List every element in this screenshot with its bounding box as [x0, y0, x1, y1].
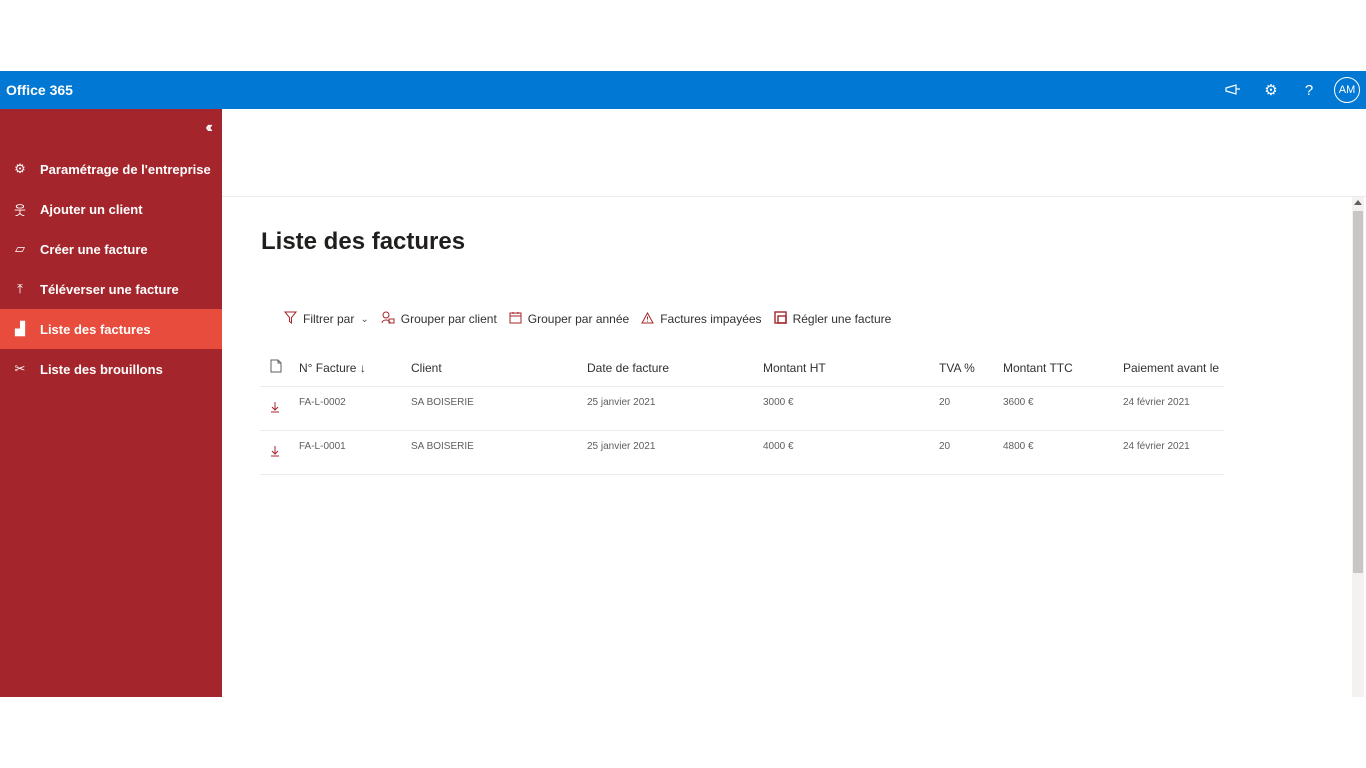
sidebar: ‹‹ ⚙ Paramétrage de l'entreprise 웃 Ajouter …: [0, 109, 222, 697]
column-header-tva[interactable]: TVA %: [939, 361, 1003, 375]
chart-icon: ▟: [15, 321, 25, 336]
amount-ht: 3000 €: [763, 397, 794, 408]
sidebar-item-label: Liste des factures: [40, 321, 151, 337]
chevron-down-icon: ⌄: [360, 313, 369, 325]
scissors-icon: ✂: [14, 361, 26, 376]
download-icon[interactable]: [260, 431, 299, 460]
sidebar-nav: ⚙ Paramétrage de l'entreprise 웃 Ajouter un …: [0, 149, 222, 389]
due-date: 24 février 2021: [1123, 397, 1190, 408]
app-title[interactable]: Office 365: [6, 82, 73, 98]
header-band: [222, 109, 1366, 197]
tva-rate: 20: [939, 397, 951, 408]
sidebar-item-3[interactable]: ⤒ Téléverser une facture: [0, 269, 222, 309]
app-window: Office 365 ⚙ ? AM ‹‹ ⚙ Paramétrage de l'e…: [0, 71, 1366, 697]
column-header-amount-ttc[interactable]: Montant TTC: [1003, 361, 1123, 375]
suite-bar: Office 365 ⚙ ? AM: [0, 71, 1366, 109]
table-header: N° Facture ↓ Client Date de facture Mont…: [260, 349, 1224, 387]
help-icon[interactable]: ?: [1290, 71, 1328, 109]
table-body: FA-L-0002 SA BOISERIE 25 janvier 2021 3000 …: [260, 387, 1224, 475]
command-bar: Filtrer par ⌄ Grouper par client Grouper…: [283, 311, 903, 327]
group-by-year-button[interactable]: Grouper par année: [509, 311, 629, 327]
scroll-thumb[interactable]: [1353, 211, 1363, 573]
file-type-icon: [260, 359, 299, 376]
client-name: SA BOISERIE: [411, 441, 474, 452]
filter-button[interactable]: Filtrer par ⌄: [283, 311, 369, 327]
amount-ttc: 3600 €: [1003, 397, 1034, 408]
group-by-client-button[interactable]: Grouper par client: [381, 311, 497, 327]
sidebar-item-2[interactable]: ▱ Créer une facture: [0, 229, 222, 269]
column-header-date[interactable]: Date de facture: [587, 361, 763, 375]
scroll-up-icon[interactable]: [1354, 200, 1362, 205]
unpaid-invoices-label: Factures impayées: [660, 312, 762, 326]
sidebar-item-label: Liste des brouillons: [40, 361, 163, 377]
column-header-amount-ht[interactable]: Montant HT: [763, 361, 939, 375]
amount-ttc: 4800 €: [1003, 441, 1034, 452]
page-title: Liste des factures: [261, 228, 466, 255]
calendar-icon: [509, 311, 522, 327]
column-header-client[interactable]: Client: [411, 361, 587, 375]
vertical-scrollbar[interactable]: [1352, 197, 1364, 697]
table-row[interactable]: FA-L-0001 SA BOISERIE 25 janvier 2021 4000 …: [260, 431, 1224, 475]
sidebar-item-1[interactable]: 웃 Ajouter un client: [0, 189, 222, 229]
sidebar-item-0[interactable]: ⚙ Paramétrage de l'entreprise: [0, 149, 222, 189]
invoice-table: N° Facture ↓ Client Date de facture Mont…: [260, 349, 1224, 475]
gear-icon[interactable]: ⚙: [1252, 71, 1290, 109]
double-chevron-left-icon[interactable]: ‹‹: [205, 119, 212, 137]
column-header-number[interactable]: N° Facture ↓: [299, 361, 411, 375]
settle-invoice-label: Régler une facture: [792, 312, 892, 326]
invoice-number: FA-L-0002: [299, 397, 346, 408]
column-header-due-date[interactable]: Paiement avant le: [1123, 361, 1224, 375]
unpaid-invoices-button[interactable]: Factures impayées: [641, 311, 762, 327]
sidebar-item-label: Paramétrage de l'entreprise: [40, 161, 211, 177]
filter-icon: [283, 311, 298, 327]
sidebar-item-label: Téléverser une facture: [40, 281, 179, 297]
add-person-icon: 웃: [14, 202, 26, 218]
invoice-number: FA-L-0001: [299, 441, 346, 452]
settle-invoice-button[interactable]: Régler une facture: [773, 311, 892, 327]
main-content: Liste des factures Filtrer par ⌄ Grouper…: [222, 109, 1366, 697]
person-group-icon: [381, 311, 395, 327]
gear-icon: ⚙: [14, 161, 26, 176]
due-date: 24 février 2021: [1123, 441, 1190, 452]
sidebar-item-label: Ajouter un client: [40, 201, 143, 217]
client-name: SA BOISERIE: [411, 397, 474, 408]
download-icon[interactable]: [260, 387, 299, 416]
table-row[interactable]: FA-L-0002 SA BOISERIE 25 janvier 2021 3000 …: [260, 387, 1224, 431]
payment-icon: [773, 311, 787, 327]
warning-icon: [641, 311, 655, 327]
sidebar-item-4[interactable]: ▟ Liste des factures: [0, 309, 222, 349]
sidebar-item-5[interactable]: ✂ Liste des brouillons: [0, 349, 222, 389]
suite-icons: ⚙ ? AM: [1214, 71, 1360, 109]
upload-icon: ⤒: [17, 281, 23, 296]
sidebar-item-label: Créer une facture: [40, 241, 148, 257]
edit-note-icon: ▱: [15, 241, 25, 256]
group-by-year-label: Grouper par année: [527, 312, 630, 326]
avatar[interactable]: AM: [1334, 77, 1360, 103]
amount-ht: 4000 €: [763, 441, 794, 452]
tva-rate: 20: [939, 441, 951, 452]
megaphone-icon[interactable]: [1214, 71, 1252, 109]
filter-label: Filtrer par: [303, 312, 355, 326]
invoice-date: 25 janvier 2021: [587, 397, 656, 408]
invoice-date: 25 janvier 2021: [587, 441, 656, 452]
group-by-client-label: Grouper par client: [400, 312, 497, 326]
